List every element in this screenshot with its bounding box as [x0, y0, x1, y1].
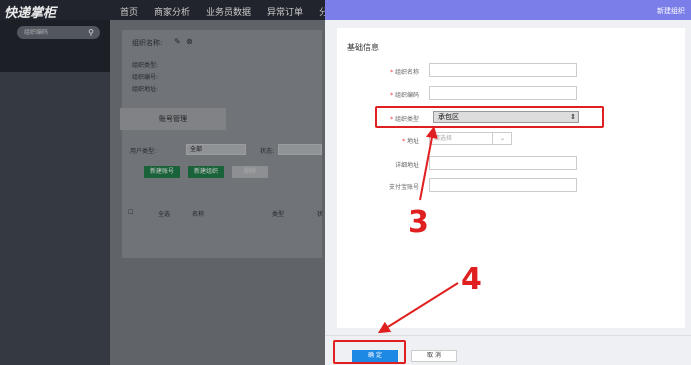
arrow-step-4	[377, 282, 459, 334]
step-3-label: 3	[408, 205, 429, 240]
arrow-step-3	[419, 126, 438, 201]
step-4-label: 4	[461, 262, 482, 297]
annotation-arrows	[377, 126, 459, 334]
